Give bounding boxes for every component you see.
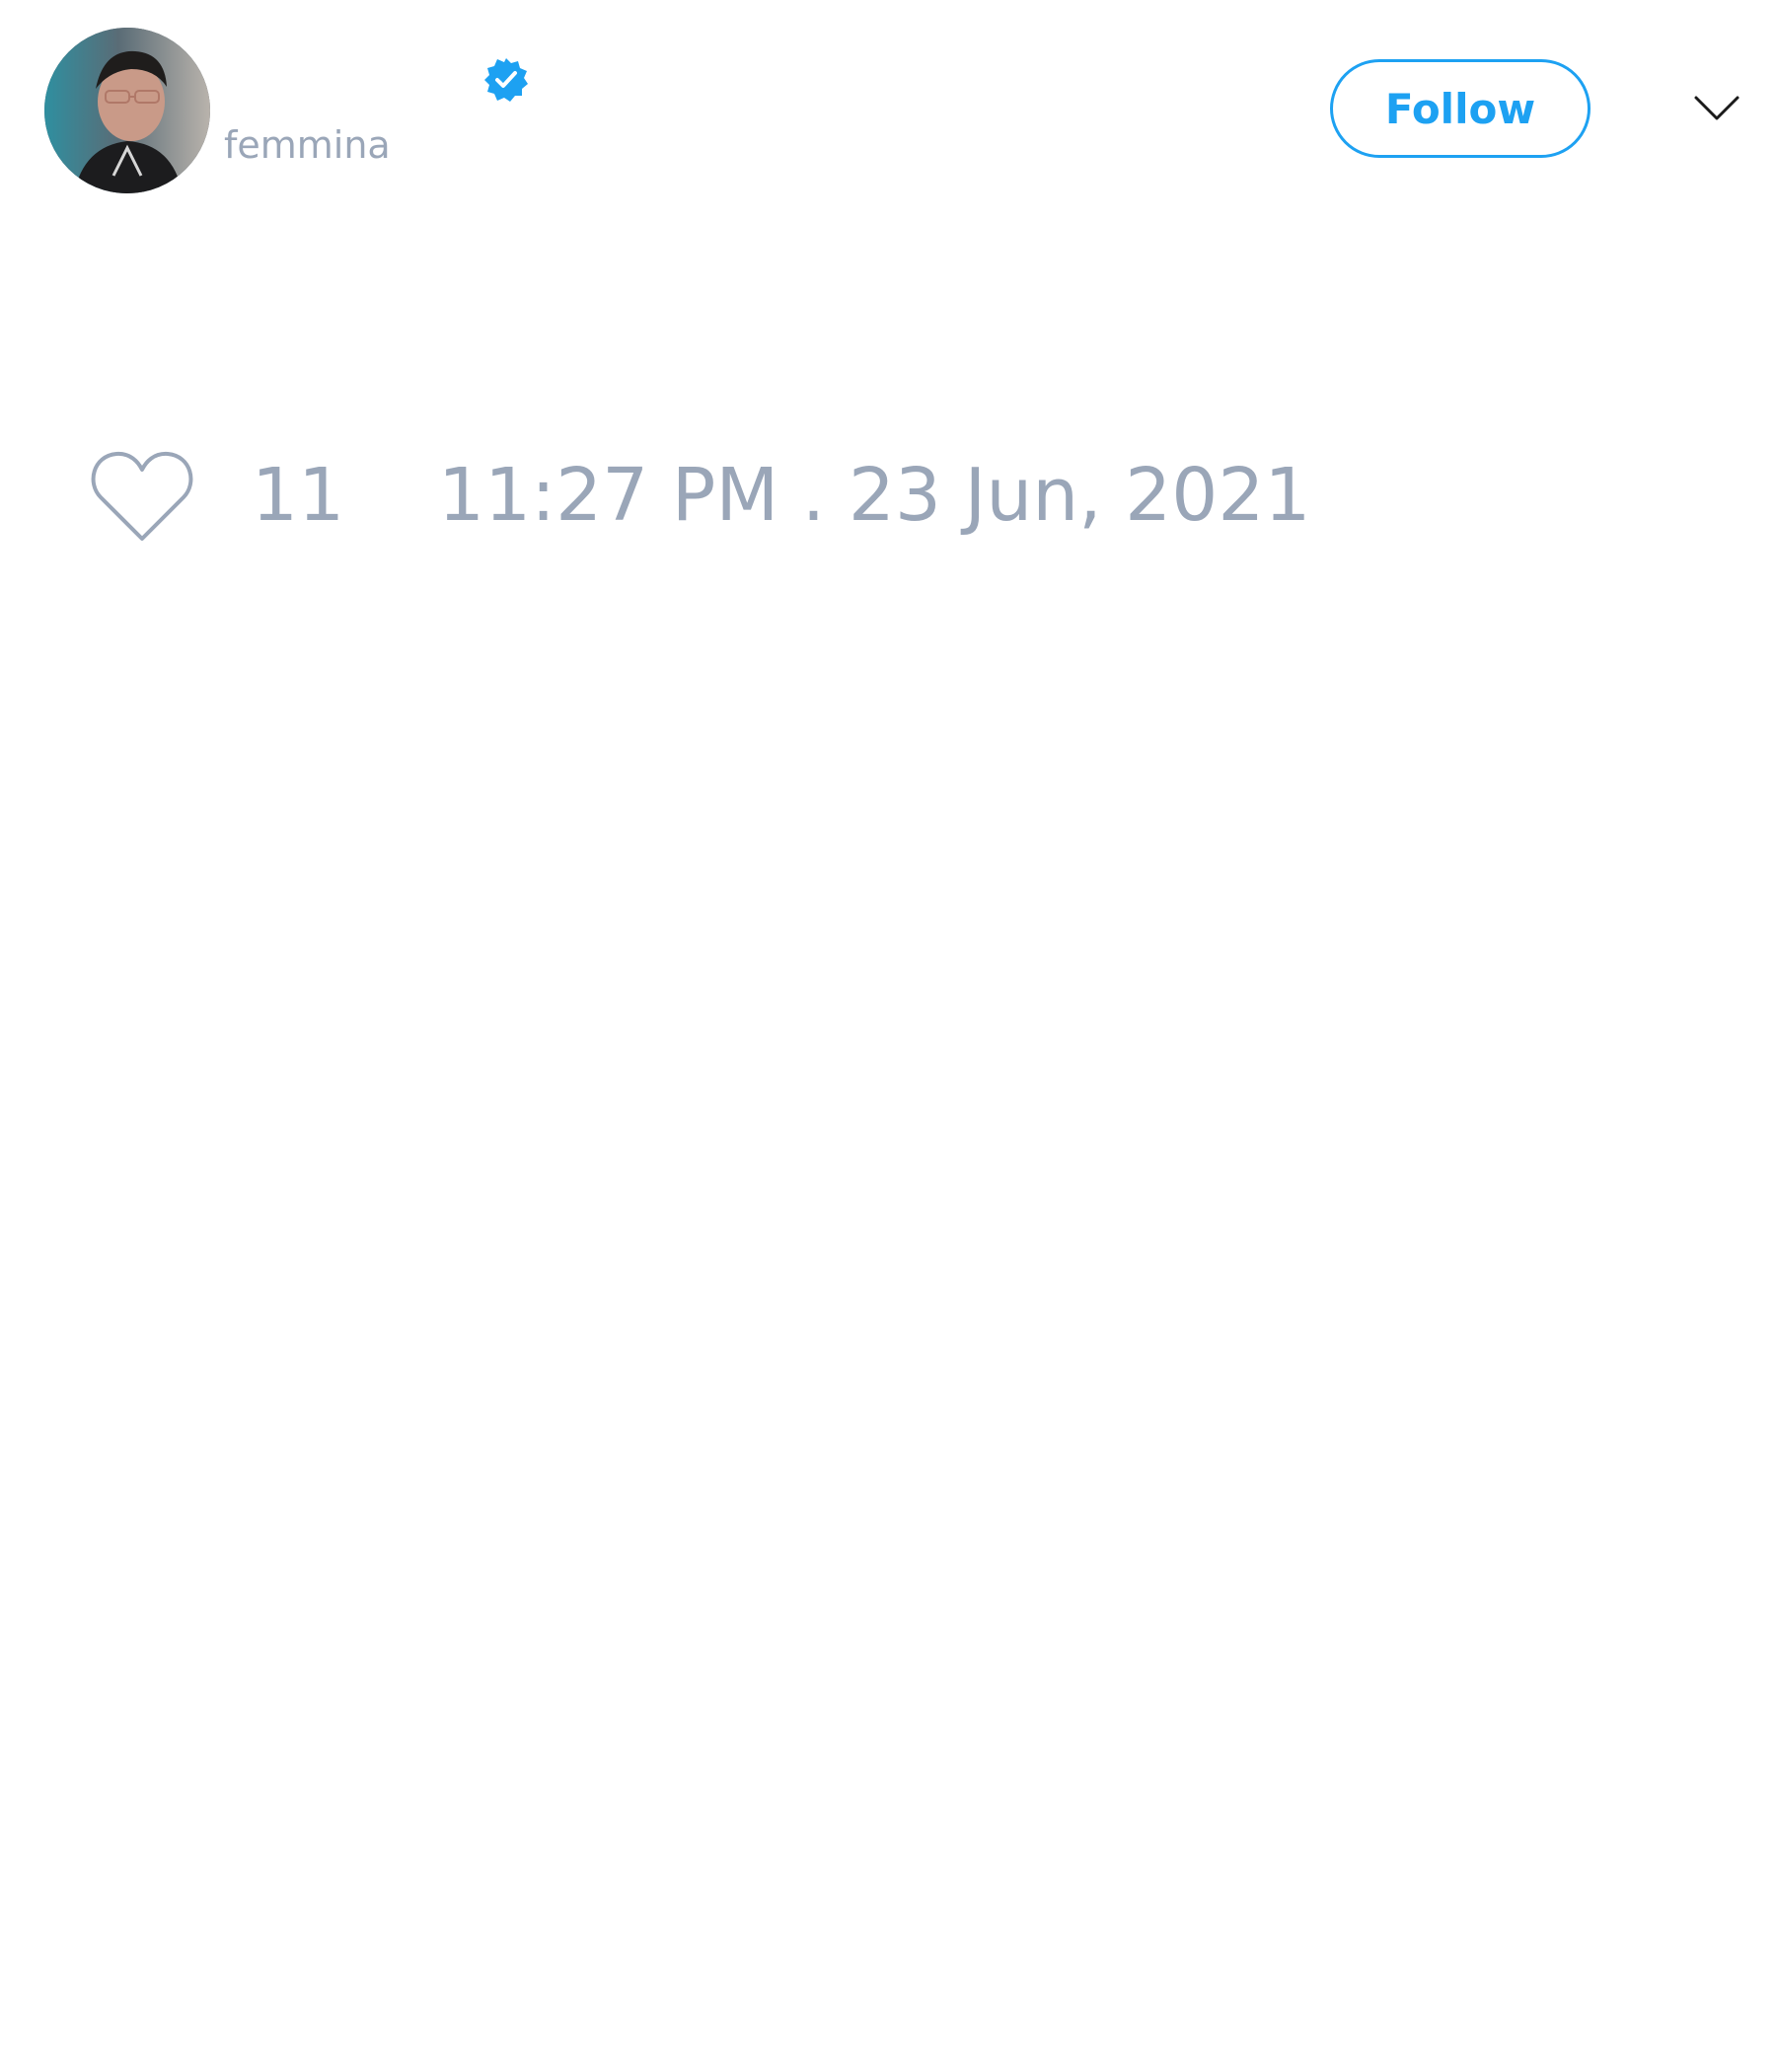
avatar-photo	[44, 28, 210, 193]
heart-icon[interactable]	[89, 446, 195, 545]
avatar[interactable]	[44, 28, 210, 193]
author-handle[interactable]: femmina	[224, 126, 391, 164]
tweet-timestamp[interactable]: 11:27 PM . 23 Jun, 2021	[438, 459, 1311, 532]
chevron-down-icon[interactable]	[1693, 94, 1740, 123]
verified-badge-icon	[484, 58, 528, 102]
follow-button[interactable]: Follow	[1330, 59, 1591, 158]
like-count: 11	[252, 453, 345, 538]
